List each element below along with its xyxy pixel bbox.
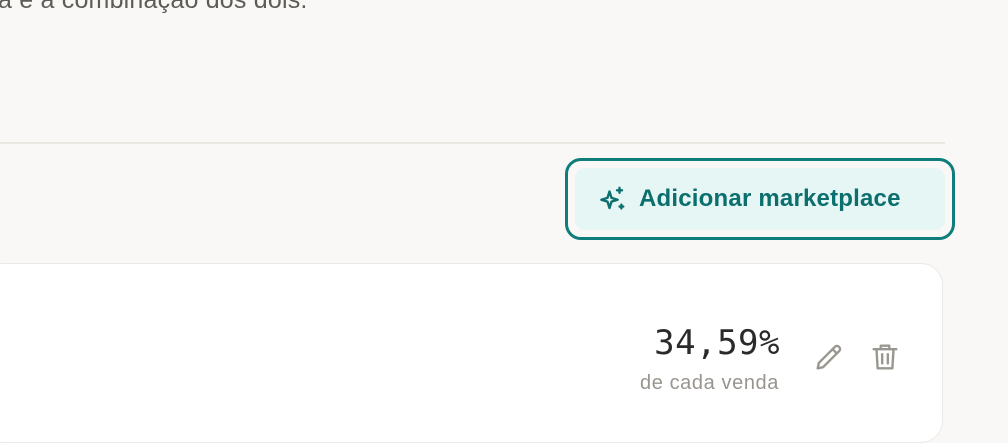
- add-marketplace-label: Adicionar marketplace: [639, 185, 901, 212]
- add-marketplace-button[interactable]: Adicionar marketplace: [575, 168, 945, 230]
- delete-marketplace-button[interactable]: [868, 340, 902, 374]
- marketplace-fee-caption: de cada venda: [639, 372, 779, 394]
- pencil-icon: [812, 340, 846, 374]
- edit-marketplace-button[interactable]: [812, 340, 846, 374]
- trash-icon: [868, 340, 902, 374]
- section-divider: [0, 142, 945, 144]
- marketplace-card: [0, 263, 943, 443]
- marketplace-fee-rate: 34,59%: [654, 323, 780, 363]
- page-description: a e a combinação dos dois.: [0, 0, 308, 14]
- sparkles-icon: [597, 184, 627, 214]
